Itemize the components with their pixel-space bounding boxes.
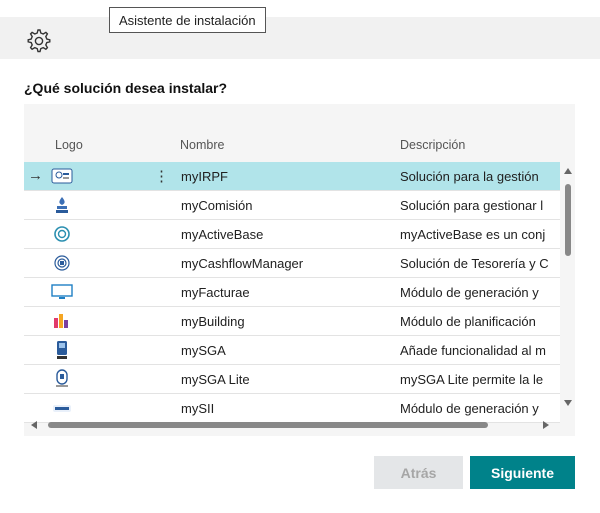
table-row[interactable]: myComisión Solución para gestionar l [24, 191, 560, 220]
scroll-up-icon[interactable] [564, 168, 572, 174]
logo-image [50, 252, 74, 274]
grid-rows: → ⋮ myIRPF Solución para la gestión myCo… [24, 162, 560, 423]
row-menu-button[interactable]: ⋮ [154, 167, 169, 185]
row-name[interactable]: myCashflowManager [181, 256, 303, 271]
row-description: myActiveBase es un conj [400, 227, 546, 242]
next-button[interactable]: Siguiente [470, 456, 575, 489]
horizontal-scroll-thumb[interactable] [48, 422, 488, 428]
page-title: ¿Qué solución desea instalar? [24, 80, 228, 96]
gear-icon[interactable] [24, 27, 52, 55]
row-name[interactable]: myIRPF [181, 169, 228, 184]
arrow-right-icon: → [28, 167, 43, 184]
row-name[interactable]: myComisión [181, 198, 253, 213]
row-name[interactable]: mySII [181, 401, 214, 416]
column-header-name[interactable]: Nombre [180, 138, 224, 152]
scroll-right-icon[interactable] [543, 421, 549, 429]
back-button[interactable]: Atrás [374, 456, 463, 489]
logo-image [50, 368, 74, 390]
row-name[interactable]: myBuilding [181, 314, 245, 329]
row-description: mySGA Lite permite la le [400, 372, 544, 387]
table-row[interactable]: mySGA Lite mySGA Lite permite la le [24, 365, 560, 394]
tooltip: Asistente de instalación [109, 7, 266, 33]
table-row[interactable]: myFacturae Módulo de generación y [24, 278, 560, 307]
row-name[interactable]: mySGA Lite [181, 372, 250, 387]
logo-image [50, 310, 74, 332]
table-row[interactable]: myBuilding Módulo de planificación [24, 307, 560, 336]
scroll-down-icon[interactable] [564, 400, 572, 406]
solutions-grid: Logo Nombre Descripción → ⋮ myIRPF Soluc… [24, 104, 575, 436]
vertical-scroll-thumb[interactable] [565, 184, 571, 256]
logo-image [50, 223, 74, 245]
logo-image [50, 281, 74, 303]
horizontal-scrollbar[interactable] [24, 418, 561, 432]
row-description: Solución para la gestión [400, 169, 539, 184]
table-row[interactable]: → ⋮ myIRPF Solución para la gestión [24, 162, 560, 191]
row-name[interactable]: myActiveBase [181, 227, 263, 242]
grid-header: Logo Nombre Descripción [24, 134, 575, 159]
logo-image [50, 165, 74, 187]
row-description: Añade funcionalidad al m [400, 343, 546, 358]
row-description: Solución de Tesorería y C [400, 256, 549, 271]
scroll-left-icon[interactable] [31, 421, 37, 429]
table-row[interactable]: mySGA Añade funcionalidad al m [24, 336, 560, 365]
column-header-logo[interactable]: Logo [55, 138, 83, 152]
logo-image [50, 194, 74, 216]
column-header-description[interactable]: Descripción [400, 138, 465, 152]
row-name[interactable]: myFacturae [181, 285, 250, 300]
action-bar [0, 17, 600, 59]
row-description: Módulo de generación y [400, 401, 539, 416]
row-description: Módulo de planificación [400, 314, 536, 329]
table-row[interactable]: myActiveBase myActiveBase es un conj [24, 220, 560, 249]
table-row[interactable]: myCashflowManager Solución de Tesorería … [24, 249, 560, 278]
row-description: Módulo de generación y [400, 285, 539, 300]
logo-image [50, 339, 74, 361]
logo-image [50, 397, 74, 419]
row-name[interactable]: mySGA [181, 343, 226, 358]
vertical-scrollbar[interactable] [561, 162, 575, 412]
row-description: Solución para gestionar l [400, 198, 544, 213]
